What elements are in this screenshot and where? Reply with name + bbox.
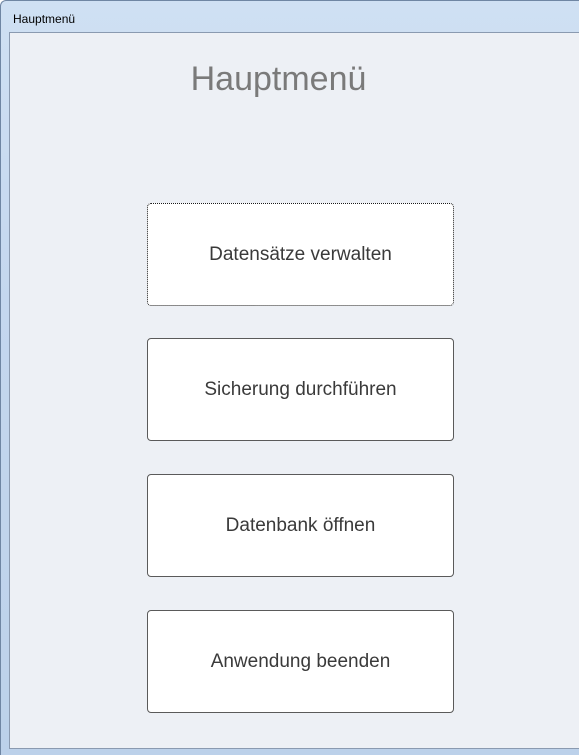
- main-menu-window: Hauptmenü Hauptmenü Datensätze verwalten…: [0, 0, 579, 755]
- window-titlebar[interactable]: Hauptmenü: [1, 1, 579, 33]
- window-title: Hauptmenü: [13, 12, 76, 26]
- exit-application-button[interactable]: Anwendung beenden: [147, 610, 454, 713]
- perform-backup-button[interactable]: Sicherung durchführen: [147, 338, 454, 441]
- manage-records-button[interactable]: Datensätze verwalten: [147, 203, 454, 306]
- open-database-button[interactable]: Datenbank öffnen: [147, 474, 454, 577]
- form-heading: Hauptmenü: [190, 60, 367, 98]
